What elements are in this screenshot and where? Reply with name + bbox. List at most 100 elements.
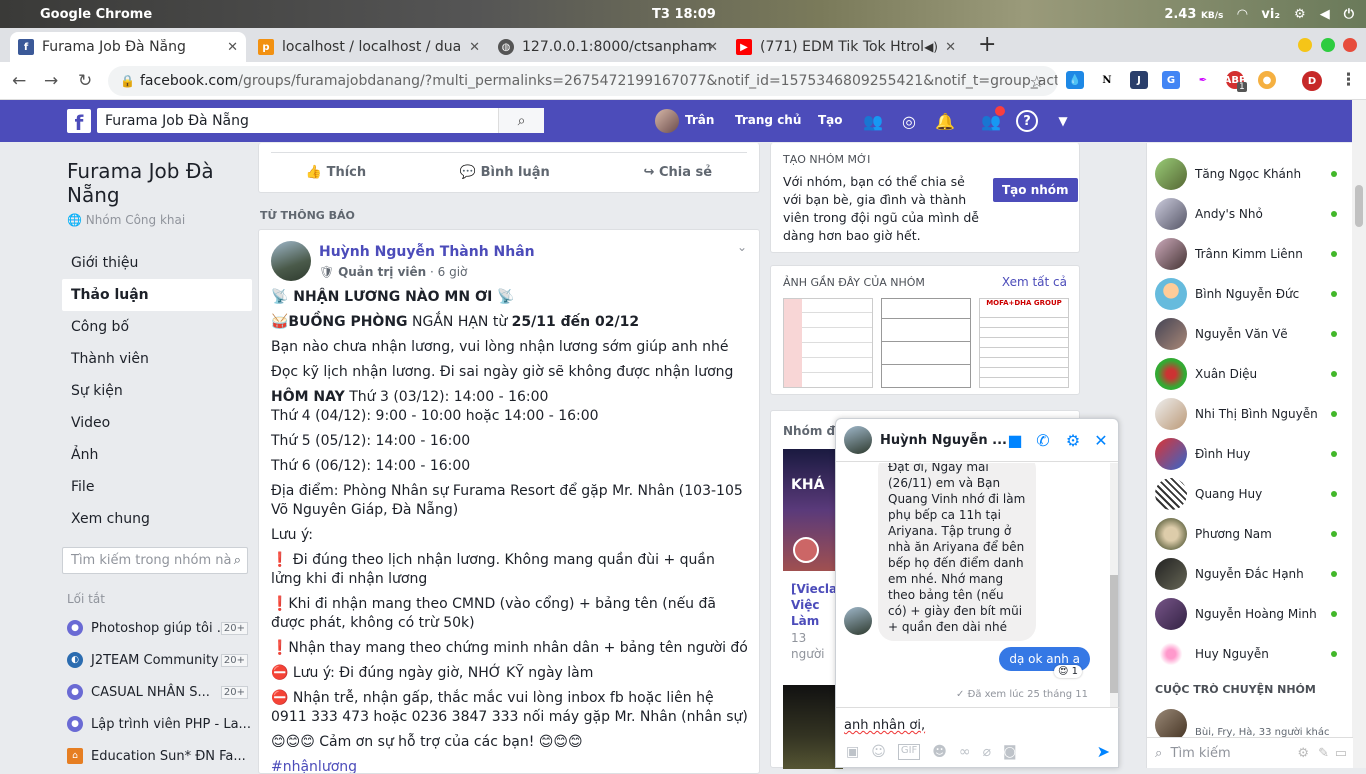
friend-item[interactable]: Quang Huy [1155,477,1345,511]
like-button[interactable]: 👍 Thích [306,165,366,180]
recent-photo-schedule-3[interactable]: MOFA+DHA GROUP [979,298,1069,388]
extension-drop-icon[interactable]: 💧 [1066,71,1084,89]
facebook-search-input[interactable]: Furama Job Đà Nẵng ⌕ [97,108,544,133]
chat-settings-icon[interactable]: ⚙ [1297,746,1309,761]
link-icon[interactable]: ∞ [959,744,971,760]
volume-icon[interactable]: ◀ [1320,7,1330,22]
search-icon[interactable]: ⌕ [498,108,544,133]
reaction-badge[interactable]: 😍 1 [1054,665,1082,678]
post-hashtag[interactable]: #nhậnlương [271,758,749,773]
url-bar[interactable]: 🔒 facebook.com/groups/furamajobdanang/?m… [108,66,1058,96]
account-menu-icon[interactable]: ▼ [1052,110,1074,132]
tab-localhost[interactable]: ◍ 127.0.0.1:8000/ctsanpham ✕ [490,32,726,62]
friend-item[interactable]: Bình Nguyễn Đức [1155,277,1345,311]
profile-avatar[interactable]: D [1302,71,1322,91]
suggested-group-name[interactable]: [Vieclam Việc Làm Hà... [791,581,841,629]
gif-icon[interactable]: GIF [897,744,921,760]
create-link[interactable]: Tạo [818,113,843,127]
send-icon[interactable]: ➤ [1097,742,1110,761]
nav-videos[interactable]: Video [62,407,252,439]
friend-item[interactable]: Trânn Kimm Liênn [1155,237,1345,271]
video-call-icon[interactable]: ■ [1006,431,1024,450]
friend-item[interactable]: Nguyễn Đắc Hạnh [1155,557,1345,591]
close-tab-icon[interactable]: ✕ [707,40,718,55]
recent-photo-schedule-2[interactable] [881,298,971,388]
chat-header[interactable]: Huỳnh Nguyễn ... ■ ✆ ⚙ ✕ [836,419,1118,462]
back-icon[interactable]: ← [12,71,26,91]
shortcut-item[interactable]: ⌂ Education Sun* ĐN Fa... [62,740,252,772]
shortcut-item[interactable]: ● Photoshop giúp tôi ... 20+ [62,612,252,644]
close-tab-icon[interactable]: ✕ [469,40,480,55]
friend-item[interactable]: Andy's Nhỏ [1155,197,1345,231]
tab-youtube[interactable]: ▶ (771) EDM Tik Tok Htrol ◀) ✕ [728,32,964,62]
share-button[interactable]: ↪ Chia sẻ [644,165,713,180]
friend-item[interactable]: Đình Huy [1155,437,1345,471]
search-icon[interactable]: ⌕ [234,553,241,568]
messenger-icon[interactable]: ◎ [898,110,920,132]
shortcut-item[interactable]: ● CASUAL NHÂN S... 20+ [62,676,252,708]
notifications-icon[interactable]: 🔔 [934,110,956,132]
message-input[interactable]: anh nhân ơi, [844,718,925,733]
forward-icon[interactable]: → [44,71,58,91]
friend-item[interactable]: Nguyễn Văn Vẽ [1155,317,1345,351]
phone-icon[interactable]: ✆ [1034,431,1052,450]
sticker-icon[interactable]: ☺ [871,744,886,760]
wifi-icon[interactable]: ◠ [1237,7,1247,22]
reload-icon[interactable]: ↻ [78,71,92,91]
friend-item[interactable]: Xuân Diệu [1155,357,1345,391]
nav-watch-party[interactable]: Xem chung [62,503,252,535]
camera-icon[interactable]: ◙ [1003,744,1017,760]
tab-phpmyadmin[interactable]: p localhost / localhost / dua ✕ [250,32,488,62]
close-icon[interactable]: ✕ [1092,431,1110,450]
sidebar-toggle-icon[interactable]: ▭ [1335,746,1347,761]
shortcut-item[interactable]: ● Lập trình viên PHP - La... [62,708,252,740]
close-tab-icon[interactable]: ✕ [227,40,238,55]
friend-requests-icon[interactable]: 👥 [862,110,884,132]
new-tab-button[interactable]: + [978,32,996,57]
tab-facebook[interactable]: f Furama Job Đà Nẵng ✕ [10,32,246,62]
bookmark-star-icon[interactable]: ☆ [1030,72,1044,91]
minimize-button[interactable] [1298,38,1312,52]
friend-item[interactable]: Nhi Thị Bình Nguyễn [1155,397,1345,431]
post-time[interactable]: 6 giờ [438,265,468,279]
lock-icon[interactable]: 🔒 [120,74,135,88]
extension-n-icon[interactable]: N [1098,71,1116,89]
chat-scrollbar[interactable] [1110,463,1118,707]
extension-pen-icon[interactable]: ✒ [1194,71,1212,89]
nav-events[interactable]: Sự kiện [62,375,252,407]
suggested-group-cover[interactable]: KHÁ [783,449,843,571]
cookie-icon[interactable]: ● [1258,71,1276,89]
friends-search-input[interactable]: ⌕ Tìm kiếm ⚙ ✎ ▭ [1147,737,1353,768]
profile-link[interactable]: Trân [685,113,714,127]
author-avatar[interactable] [271,241,311,281]
page-scrollbar[interactable] [1352,100,1366,768]
nav-members[interactable]: Thành viên [62,343,252,375]
os-app-name[interactable]: Google Chrome [40,7,152,22]
close-window-button[interactable] [1343,38,1357,52]
nav-photos[interactable]: Ảnh [62,439,252,471]
close-tab-icon[interactable]: ✕ [945,40,956,55]
group-search-input[interactable]: Tìm kiếm trong nhóm nà ⌕ [62,547,248,574]
post-options-chevron-icon[interactable]: ⌄ [737,240,747,254]
facebook-logo-icon[interactable]: f [67,109,91,133]
help-icon[interactable]: ? [1016,110,1038,132]
friend-item[interactable]: Tăng Ngọc Khánh [1155,157,1345,191]
friend-item[interactable]: Nguyễn Hoàng Minh [1155,597,1345,631]
attachment-icon[interactable]: ⌀ [983,744,991,760]
comment-button[interactable]: 💬 Bình luận [460,165,550,180]
suggested-group-cover-2[interactable] [783,685,843,769]
nav-announcements[interactable]: Công bố [62,311,252,343]
nav-discussion[interactable]: Thảo luận [62,279,252,311]
settings-icon[interactable]: ⚙ [1294,7,1306,22]
post-author[interactable]: Huỳnh Nguyễn Thành Nhân [319,244,535,260]
translate-icon[interactable]: G [1162,71,1180,89]
os-clock[interactable]: T3 18:09 [652,7,716,22]
create-group-button[interactable]: Tạo nhóm [993,178,1078,202]
nav-about[interactable]: Giới thiệu [62,247,252,279]
shortcut-item[interactable]: ◐ J2TEAM Community 20+ [62,644,252,676]
input-language[interactable]: vi₂ [1261,7,1280,22]
power-icon[interactable]: ⏻ [1344,7,1354,22]
friend-item[interactable]: Phương Nam [1155,517,1345,551]
extension-j-icon[interactable]: J [1130,71,1148,89]
see-all-link[interactable]: Xem tất cả [1002,275,1067,289]
